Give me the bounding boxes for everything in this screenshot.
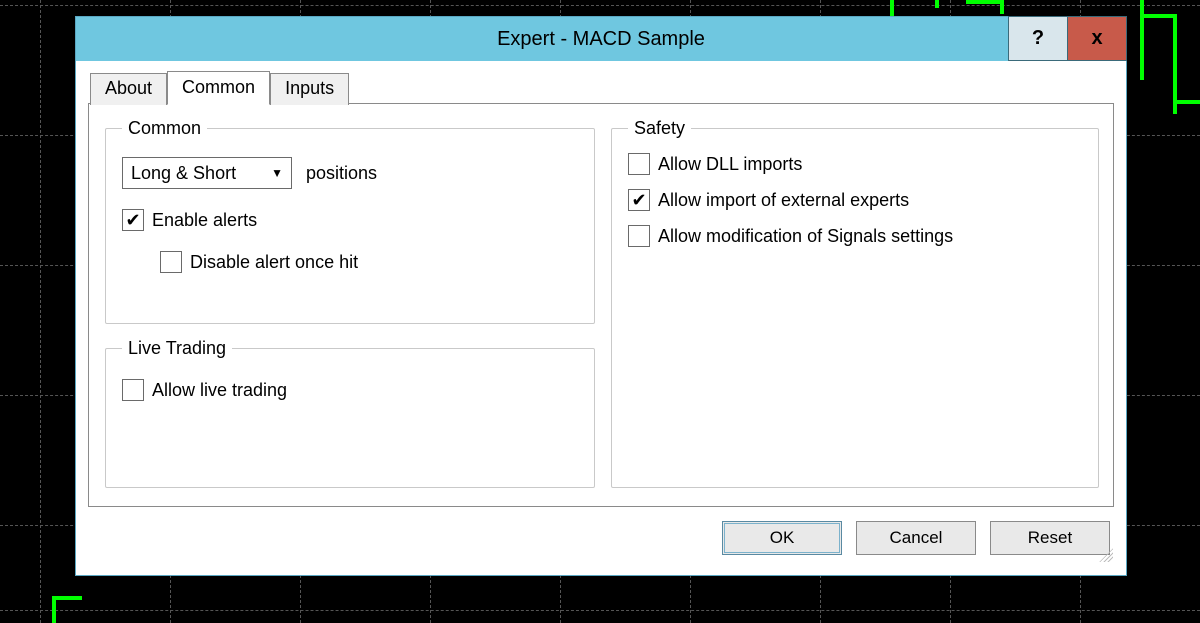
button-label: Cancel xyxy=(890,528,943,548)
positions-label: positions xyxy=(306,163,377,184)
tab-about[interactable]: About xyxy=(90,73,167,105)
window-title: Expert - MACD Sample xyxy=(76,17,1126,61)
checkbox-disable-alert-once-hit[interactable]: Disable alert once hit xyxy=(160,251,578,273)
checkbox-label: Allow DLL imports xyxy=(658,154,802,175)
resize-grip-icon[interactable] xyxy=(1099,548,1113,562)
ok-button[interactable]: OK xyxy=(722,521,842,555)
checkbox-label: Allow live trading xyxy=(152,380,287,401)
checkbox-allow-live-trading[interactable]: Allow live trading xyxy=(122,379,578,401)
checkbox-box xyxy=(628,225,650,247)
tab-strip: AboutCommonInputs xyxy=(90,71,1116,105)
checkmark-icon: ✔ xyxy=(122,209,144,231)
group-common: Common Long & Short ▼ positions ✔ Enable… xyxy=(105,118,595,324)
checkbox-label: Disable alert once hit xyxy=(190,252,358,273)
group-safety-legend: Safety xyxy=(628,118,691,139)
help-button[interactable]: ? xyxy=(1008,16,1068,61)
cancel-button[interactable]: Cancel xyxy=(856,521,976,555)
checkbox-enable-alerts[interactable]: ✔ Enable alerts xyxy=(122,209,578,231)
tab-panel-common: Common Long & Short ▼ positions ✔ Enable… xyxy=(88,103,1114,507)
checkbox-box xyxy=(122,379,144,401)
checkbox-label: Allow import of external experts xyxy=(658,190,909,211)
checkbox-allow-mod-signals[interactable]: Allow modification of Signals settings xyxy=(628,225,1082,247)
tab-common[interactable]: Common xyxy=(167,71,270,105)
checkbox-allow-dll-imports[interactable]: Allow DLL imports xyxy=(628,153,1082,175)
button-label: OK xyxy=(770,528,795,548)
positions-select[interactable]: Long & Short ▼ xyxy=(122,157,292,189)
tab-inputs[interactable]: Inputs xyxy=(270,73,349,105)
checkbox-box xyxy=(628,153,650,175)
button-row: OK Cancel Reset xyxy=(722,521,1110,555)
positions-selected: Long & Short xyxy=(131,163,236,184)
group-live-trading: Live Trading Allow live trading xyxy=(105,338,595,488)
close-button[interactable]: x xyxy=(1067,16,1127,61)
group-safety: Safety Allow DLL imports ✔ Allow import … xyxy=(611,118,1099,488)
checkbox-allow-import-external-experts[interactable]: ✔ Allow import of external experts xyxy=(628,189,1082,211)
titlebar[interactable]: Expert - MACD Sample ? x xyxy=(76,17,1126,61)
dialog-window: Expert - MACD Sample ? x AboutCommonInpu… xyxy=(75,16,1127,576)
checkbox-label: Allow modification of Signals settings xyxy=(658,226,953,247)
dialog-client: AboutCommonInputs Common Long & Short ▼ … xyxy=(86,71,1116,565)
checkbox-box xyxy=(160,251,182,273)
reset-button[interactable]: Reset xyxy=(990,521,1110,555)
help-icon: ? xyxy=(1032,27,1044,50)
checkmark-icon: ✔ xyxy=(628,189,650,211)
group-common-legend: Common xyxy=(122,118,207,139)
group-live-trading-legend: Live Trading xyxy=(122,338,232,359)
checkbox-label: Enable alerts xyxy=(152,210,257,231)
button-label: Reset xyxy=(1028,528,1072,548)
close-icon: x xyxy=(1091,27,1102,50)
chevron-down-icon: ▼ xyxy=(263,166,291,180)
